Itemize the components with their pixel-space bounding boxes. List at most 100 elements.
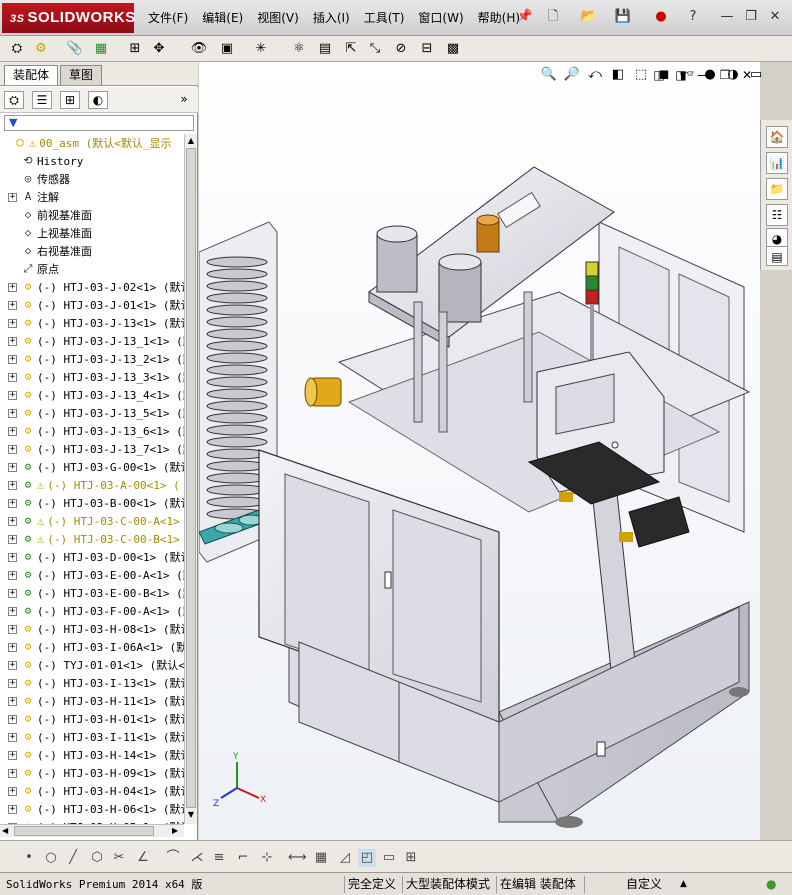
- tree-item[interactable]: + ⚙ (-) HTJ-03-J-13_3<1> (默: [0, 368, 184, 386]
- tree-item[interactable]: + ⚙ (-) HTJ-03-E-00-B<1> (默: [0, 584, 184, 602]
- feature-tree-icon[interactable]: ⛭: [4, 91, 24, 109]
- angle-icon[interactable]: ∠: [134, 849, 152, 867]
- tree-item[interactable]: + ⚙ (-) HTJ-03-G-00<1> (默认: [0, 458, 184, 476]
- tree-item[interactable]: + ⚙ (-) HTJ-03-H-09<1> (默认: [0, 764, 184, 782]
- tree-expander-icon[interactable]: +: [8, 678, 17, 688]
- smart-fasteners-icon[interactable]: ⊞: [126, 40, 144, 58]
- tree-filter-input[interactable]: ▼: [4, 115, 194, 131]
- configuration-manager-icon[interactable]: ⊞: [60, 91, 80, 109]
- instant3d-icon[interactable]: ▩: [444, 40, 462, 58]
- tree-item[interactable]: + ⚙ ⚠ (-) HTJ-03-A-00<1> (: [0, 476, 184, 494]
- tree-expander-icon[interactable]: +: [8, 426, 17, 436]
- tree-expander-icon[interactable]: +: [8, 480, 17, 490]
- motor-gear[interactable]: [476, 214, 500, 253]
- scroll-up-icon[interactable]: ▲: [186, 136, 196, 146]
- tree-item[interactable]: + ⚙ ⚠ (-) HTJ-03-C-00-A<1>: [0, 512, 184, 530]
- assembly-feature-icon[interactable]: ⚙: [32, 40, 50, 58]
- property-manager-icon[interactable]: ☰: [32, 91, 52, 109]
- tree-item[interactable]: + ⚙ (-) HTJ-03-H-11<1> (默认: [0, 692, 184, 710]
- tree-item[interactable]: ⟲ History: [0, 152, 184, 170]
- tree-item[interactable]: ◇ 前视基准面: [0, 206, 184, 224]
- smart-dimension-icon[interactable]: ⟷: [288, 849, 307, 867]
- scroll-right-icon[interactable]: ▶: [172, 826, 178, 835]
- tree-expander-icon[interactable]: +: [8, 714, 17, 724]
- reference-geometry-icon[interactable]: ✳: [252, 40, 270, 58]
- hscroll-thumb[interactable]: [14, 826, 154, 836]
- solidworks-logo[interactable]: 3S SOLIDWORKS: [2, 3, 135, 33]
- fillet-icon[interactable]: ⌒: [164, 849, 182, 867]
- units-dropdown-icon[interactable]: ▲: [680, 876, 687, 893]
- tree-item[interactable]: + ⚙ (-) HTJ-03-J-13_4<1> (默: [0, 386, 184, 404]
- tree-expander-icon[interactable]: +: [8, 732, 17, 742]
- tree-expander-icon[interactable]: +: [8, 642, 17, 652]
- trim-icon[interactable]: ✂: [110, 849, 128, 867]
- tree-item[interactable]: + ⚙ (-) HTJ-03-F-00-A<1> (默: [0, 602, 184, 620]
- move-component-icon[interactable]: ✥: [150, 40, 168, 58]
- expand-panel-icon[interactable]: »: [174, 91, 194, 109]
- cylinder-cup-left[interactable]: [376, 225, 418, 293]
- help-icon[interactable]: ?: [684, 8, 702, 26]
- new-motion-study-icon[interactable]: ⚛: [290, 40, 308, 58]
- interference-detection-icon[interactable]: ⊘: [392, 40, 410, 58]
- tree-item[interactable]: + ⚙ ⚠ (-) HTJ-03-C-00-B<1>: [0, 530, 184, 548]
- dimension-icon[interactable]: ⊹: [258, 849, 276, 867]
- assembly-model[interactable]: Y X Z: [199, 62, 760, 840]
- tree-expander-icon[interactable]: +: [8, 750, 17, 760]
- minimize-icon[interactable]: —: [718, 8, 736, 26]
- tree-item[interactable]: + ⚙ (-) HTJ-03-J-13_1<1> (默: [0, 332, 184, 350]
- tree-item[interactable]: ◇ 右视基准面: [0, 242, 184, 260]
- tree-expander-icon[interactable]: +: [8, 354, 17, 364]
- tree-expander-icon[interactable]: +: [8, 624, 17, 634]
- linear-pattern-icon[interactable]: ▦: [92, 40, 110, 58]
- tree-expander-icon[interactable]: +: [8, 606, 17, 616]
- circle-icon[interactable]: ○: [42, 849, 60, 867]
- tree-expander-icon[interactable]: +: [8, 390, 17, 400]
- tree-expander-icon[interactable]: +: [8, 498, 17, 508]
- tree-expander-icon[interactable]: +: [8, 282, 17, 292]
- tree-expander-icon[interactable]: +: [8, 318, 17, 328]
- display-manager-icon[interactable]: ◐: [88, 91, 108, 109]
- graphics-viewport[interactable]: 🔍 🔎 ⤺ ◧ ⬚ ◼ 👓 ● ◑ ▭ ◫ ◨ — ❐ ✕ Y X Z: [199, 62, 762, 840]
- tree-expander-icon[interactable]: +: [8, 804, 17, 814]
- insert-component-icon[interactable]: ⛭: [8, 40, 26, 58]
- tree-item[interactable]: + ⚙ (-) HTJ-03-H-08<1> (默认: [0, 620, 184, 638]
- exploded-view-icon[interactable]: ⇱: [342, 40, 360, 58]
- tree-vertical-scrollbar[interactable]: ▲ ▼: [184, 134, 197, 824]
- menu-edit[interactable]: 编辑(E): [202, 9, 243, 26]
- tree-expander-icon[interactable]: +: [8, 408, 17, 418]
- tree-item[interactable]: + A 注解: [0, 188, 184, 206]
- tree-expander-icon[interactable]: +: [8, 570, 17, 580]
- single-view-icon[interactable]: ▭: [380, 849, 398, 867]
- file-explorer-icon[interactable]: 📁: [766, 178, 788, 200]
- tree-item[interactable]: + ⚙ (-) HTJ-03-D-00<1> (默认: [0, 548, 184, 566]
- polygon-icon[interactable]: ⬡: [88, 849, 106, 867]
- tree-horizontal-scrollbar[interactable]: ◀ ▶: [0, 824, 184, 837]
- menu-file[interactable]: 文件(F): [148, 9, 188, 26]
- tree-expander-icon[interactable]: +: [8, 552, 17, 562]
- scroll-thumb[interactable]: [186, 148, 196, 808]
- rebuild-traffic-light-icon[interactable]: ●: [652, 8, 670, 26]
- tree-expander-icon[interactable]: +: [8, 192, 17, 202]
- tree-item[interactable]: ◇ 上视基准面: [0, 224, 184, 242]
- save-icon[interactable]: 💾: [614, 8, 632, 26]
- tree-expander-icon[interactable]: +: [8, 696, 17, 706]
- tree-item[interactable]: ⤢ 原点: [0, 260, 184, 278]
- tree-item[interactable]: + ⚙ (-) HTJ-03-I-11<1> (默认: [0, 728, 184, 746]
- point-icon[interactable]: •: [20, 849, 38, 867]
- tree-expander-icon[interactable]: +: [8, 372, 17, 382]
- clearance-verification-icon[interactable]: ⊟: [418, 40, 436, 58]
- corner-rect-icon[interactable]: ⌐: [234, 849, 252, 867]
- menu-insert[interactable]: 插入(I): [313, 9, 350, 26]
- triangle-icon[interactable]: ◿: [336, 849, 354, 867]
- tree-expander-icon[interactable]: +: [8, 786, 17, 796]
- chamfer-icon[interactable]: ⋌: [188, 849, 206, 867]
- tree-item[interactable]: + ⚙ (-) HTJ-03-J-13_2<1> (默: [0, 350, 184, 368]
- tree-item[interactable]: + ⚙ (-) HTJ-03-J-13_7<1> (默: [0, 440, 184, 458]
- tree-item[interactable]: + ⚙ (-) HTJ-03-J-13_6<1> (默: [0, 422, 184, 440]
- iso-view-icon[interactable]: ◰: [358, 849, 376, 867]
- scroll-down-icon[interactable]: ▼: [186, 810, 196, 820]
- tab-sketch[interactable]: 草图: [60, 65, 103, 85]
- explode-line-sketch-icon[interactable]: ⤡: [366, 40, 384, 58]
- yellow-motor[interactable]: [304, 377, 342, 407]
- tree-item[interactable]: + ⚙ (-) HTJ-03-B-00<1> (默认: [0, 494, 184, 512]
